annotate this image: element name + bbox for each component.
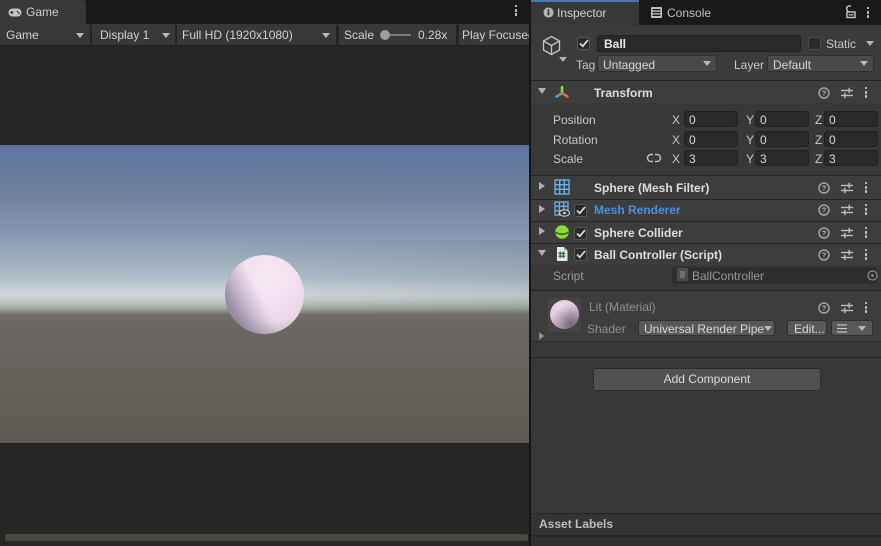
svg-text:?: ? [822, 184, 827, 193]
svg-text:?: ? [822, 89, 827, 98]
svg-text:?: ? [822, 229, 827, 238]
svg-text:?: ? [822, 304, 827, 313]
svg-text:?: ? [822, 206, 827, 215]
svg-text:?: ? [822, 251, 827, 260]
